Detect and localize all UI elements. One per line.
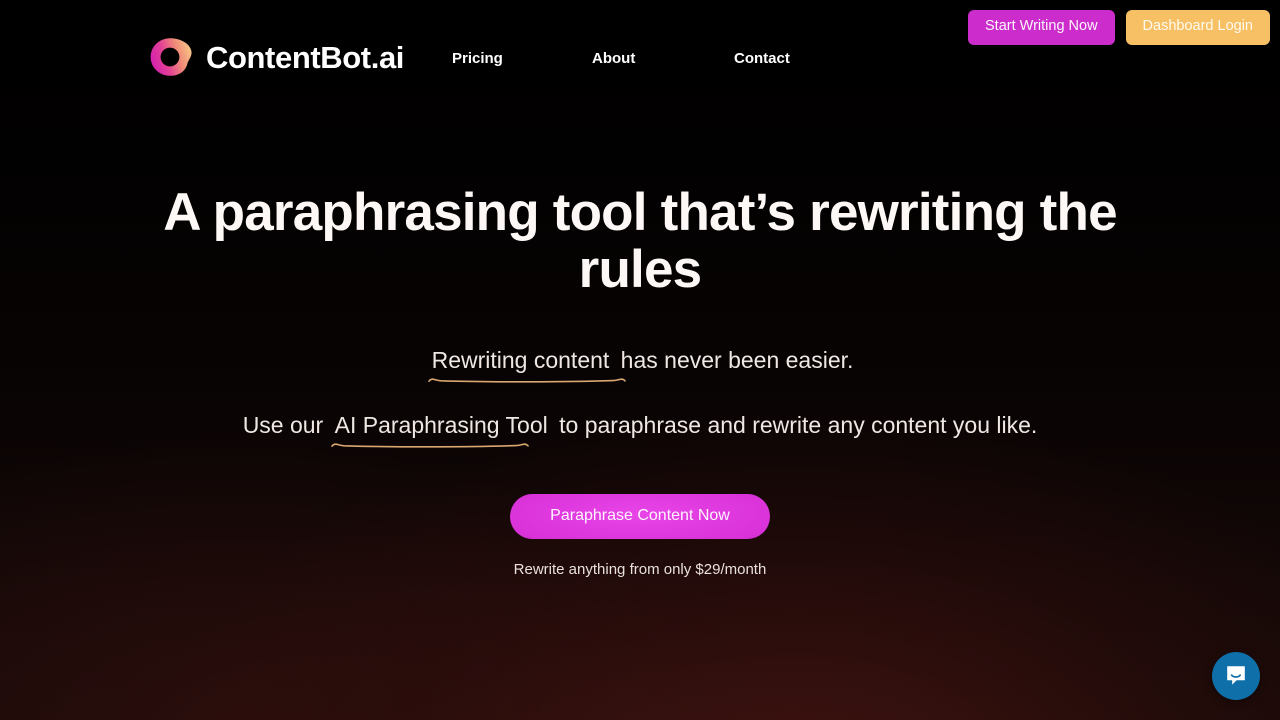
hero-subtitle-secondary-before: Use our [242, 412, 330, 439]
chat-launcher-button[interactable] [1212, 652, 1260, 700]
dashboard-login-button[interactable]: Dashboard Login [1125, 10, 1270, 45]
brand-name: ContentBot.ai [206, 39, 404, 75]
nav-item-pricing[interactable]: Pricing [452, 50, 592, 67]
main-navigation: Pricing About Contact [452, 50, 834, 67]
hero-subtitle-primary-rest: has never been easier. [614, 347, 854, 374]
cta-section: Paraphrase Content Now Rewrite anything … [0, 494, 1280, 579]
chat-bubble-smile-icon [1223, 663, 1249, 689]
brand-logo-link[interactable]: ContentBot.ai [148, 36, 404, 78]
nav-item-about[interactable]: About [592, 50, 734, 67]
highlight-rewriting-content-text: Rewriting content [431, 347, 610, 374]
hero-subtitle-secondary: Use our AI Paraphrasing Tool to paraphra… [0, 411, 1280, 448]
underline-squiggle-icon [427, 378, 626, 383]
highlight-rewriting-content: Rewriting content [427, 346, 626, 383]
hero-section: A paraphrasing tool that’s rewriting the… [0, 183, 1280, 448]
highlight-ai-paraphrasing-tool-text: AI Paraphrasing Tool [334, 412, 548, 439]
paraphrase-content-now-button[interactable]: Paraphrase Content Now [510, 494, 770, 540]
hero-subtitle-secondary-after: to paraphrase and rewrite any content yo… [552, 412, 1038, 439]
hero-headline: A paraphrasing tool that’s rewriting the… [163, 183, 1117, 299]
page-background: ContentBot.ai Pricing About Contact Star… [0, 0, 1280, 720]
underline-squiggle-icon [330, 443, 529, 448]
site-header: ContentBot.ai Pricing About Contact Star… [0, 0, 1280, 112]
highlight-ai-paraphrasing-tool: AI Paraphrasing Tool [330, 411, 553, 448]
hero-subtitle-primary: Rewriting content has never been easier. [0, 346, 1280, 383]
nav-item-contact[interactable]: Contact [734, 50, 834, 67]
header-action-buttons: Start Writing Now Dashboard Login [968, 10, 1270, 45]
ring-blob-logo-icon [148, 36, 194, 78]
start-writing-now-button[interactable]: Start Writing Now [968, 10, 1115, 45]
cta-price-note: Rewrite anything from only $29/month [513, 561, 767, 579]
